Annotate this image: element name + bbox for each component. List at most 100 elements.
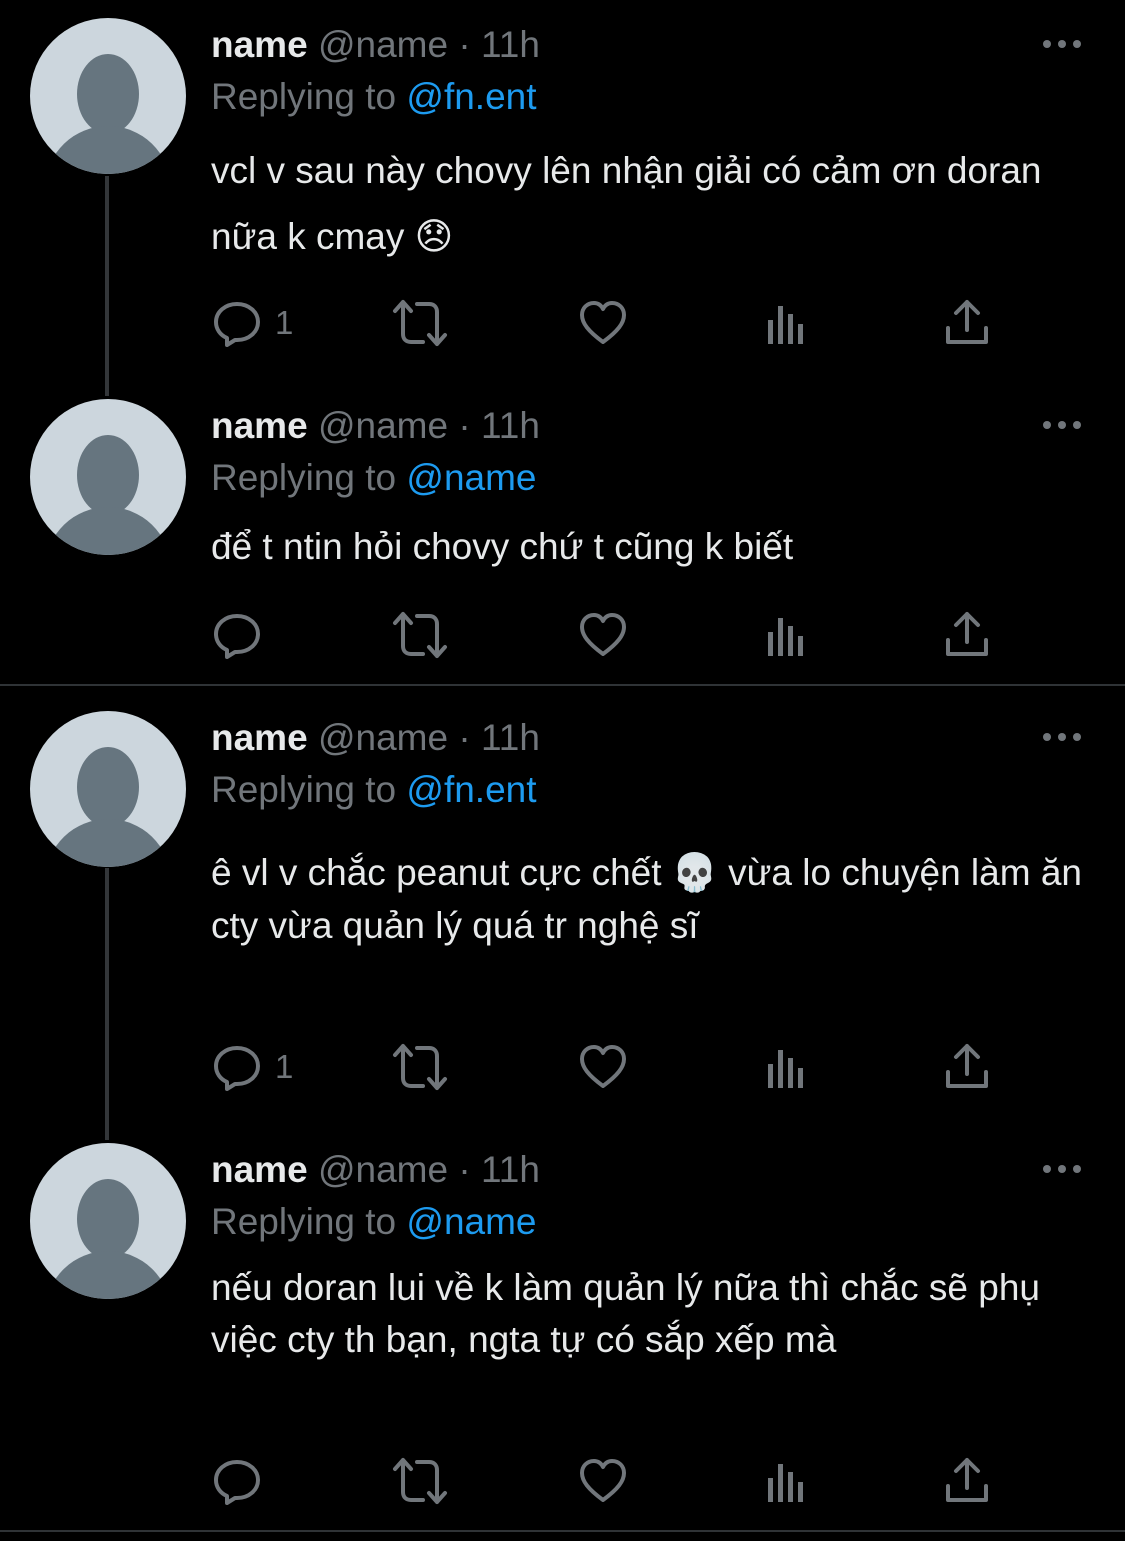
like-icon <box>580 301 626 344</box>
replying-to-mention[interactable]: @fn.ent <box>406 76 536 117</box>
display-name[interactable]: name <box>211 24 308 65</box>
share-button[interactable] <box>944 1042 990 1092</box>
avatar[interactable] <box>30 1143 186 1299</box>
replying-to: Replying to @name <box>211 1200 537 1244</box>
avatar[interactable] <box>30 18 186 174</box>
default-avatar-icon <box>47 1179 169 1299</box>
reply-icon <box>214 302 260 347</box>
action-bar <box>211 610 1011 660</box>
reply-button[interactable]: 1 <box>211 1042 293 1092</box>
separator: · <box>458 24 471 65</box>
reply-count: 1 <box>275 1048 294 1085</box>
tweet[interactable]: name @name · 11h Replying to @fn.ent ê v… <box>0 692 1125 1122</box>
views-button[interactable] <box>764 1456 808 1506</box>
avatar[interactable] <box>30 399 186 555</box>
share-button[interactable] <box>944 610 990 660</box>
replying-to-label: Replying to <box>211 457 397 498</box>
action-bar <box>211 1456 1011 1506</box>
share-icon <box>946 1044 988 1088</box>
replying-to-label: Replying to <box>211 769 397 810</box>
tweet-text: để t ntin hỏi chovy chứ t cũng k biết <box>211 526 794 567</box>
replying-to-label: Replying to <box>211 76 397 117</box>
retweet-icon <box>393 1458 447 1504</box>
handle[interactable]: @name <box>318 1149 448 1190</box>
share-icon <box>946 300 988 344</box>
action-bar: 1 <box>211 298 1011 348</box>
tweet[interactable]: name @name · 11h Replying to @name để t … <box>0 380 1125 685</box>
like-button[interactable] <box>578 1456 628 1506</box>
views-button[interactable] <box>764 298 808 348</box>
reply-icon <box>214 614 260 659</box>
share-button[interactable] <box>944 298 990 348</box>
separator: · <box>458 1149 471 1190</box>
like-button[interactable] <box>578 298 628 348</box>
more-options-button[interactable] <box>1040 727 1084 747</box>
handle[interactable]: @name <box>318 717 448 758</box>
views-button[interactable] <box>764 1042 808 1092</box>
separator: · <box>458 717 471 758</box>
handle[interactable]: @name <box>318 405 448 446</box>
avatar[interactable] <box>30 711 186 867</box>
retweet-button[interactable] <box>391 1456 449 1506</box>
replying-to-mention[interactable]: @name <box>406 457 536 498</box>
divider <box>0 1530 1125 1532</box>
more-options-button[interactable] <box>1040 1159 1084 1179</box>
action-bar: 1 <box>211 1042 1011 1092</box>
divider <box>0 684 1125 686</box>
more-options-button[interactable] <box>1040 34 1084 54</box>
retweet-button[interactable] <box>391 610 449 660</box>
replying-to-mention[interactable]: @name <box>406 1201 536 1242</box>
default-avatar-icon <box>47 747 169 867</box>
more-icon <box>1043 421 1081 429</box>
tweet-header: name @name · 11h <box>211 23 540 67</box>
tweet-text: vcl v sau này chovy lên nhận giải có cảm… <box>211 150 1042 257</box>
reply-icon <box>214 1460 260 1505</box>
retweet-button[interactable] <box>391 298 449 348</box>
tweet-header: name @name · 11h <box>211 404 540 448</box>
replying-to-mention[interactable]: @fn.ent <box>406 769 536 810</box>
like-button[interactable] <box>578 610 628 660</box>
more-options-button[interactable] <box>1040 415 1084 435</box>
share-icon <box>946 1458 988 1502</box>
more-icon <box>1043 40 1081 48</box>
retweet-button[interactable] <box>391 1042 449 1092</box>
display-name[interactable]: name <box>211 717 308 758</box>
like-icon <box>580 1459 626 1502</box>
retweet-icon <box>393 1044 447 1090</box>
views-icon <box>768 618 803 656</box>
retweet-icon <box>393 300 447 346</box>
timestamp[interactable]: 11h <box>481 1149 540 1190</box>
share-button[interactable] <box>944 1456 990 1506</box>
default-avatar-icon <box>47 435 169 555</box>
more-icon <box>1043 733 1081 741</box>
timestamp[interactable]: 11h <box>481 405 540 446</box>
reply-count: 1 <box>275 304 294 341</box>
handle[interactable]: @name <box>318 24 448 65</box>
like-icon <box>580 1045 626 1088</box>
reply-button[interactable]: 1 <box>211 298 293 348</box>
replying-to: Replying to @fn.ent <box>211 768 537 812</box>
timestamp[interactable]: 11h <box>481 717 540 758</box>
timestamp[interactable]: 11h <box>481 24 540 65</box>
replying-to: Replying to @fn.ent <box>211 75 537 119</box>
tweet[interactable]: name @name · 11h Replying to @fn.ent vcl… <box>0 0 1125 375</box>
views-icon <box>768 1050 803 1088</box>
share-icon <box>946 612 988 656</box>
views-icon <box>768 1464 803 1502</box>
replying-to: Replying to @name <box>211 456 537 500</box>
views-button[interactable] <box>764 610 808 660</box>
separator: · <box>458 405 471 446</box>
tweet[interactable]: name @name · 11h Replying to @name nếu d… <box>0 1124 1125 1529</box>
reply-button[interactable] <box>211 610 275 660</box>
tweet-text: nếu doran lui về k làm quản lý nữa thì c… <box>211 1267 1040 1360</box>
like-button[interactable] <box>578 1042 628 1092</box>
retweet-icon <box>393 612 447 658</box>
reply-icon <box>214 1046 260 1091</box>
display-name[interactable]: name <box>211 1149 308 1190</box>
display-name[interactable]: name <box>211 405 308 446</box>
reply-button[interactable] <box>211 1456 275 1506</box>
tweet-header: name @name · 11h <box>211 1148 540 1192</box>
tweet-text: ê vl v chắc peanut cực chết 💀 vừa lo chu… <box>211 852 1082 946</box>
default-avatar-icon <box>47 54 169 174</box>
replying-to-label: Replying to <box>211 1201 397 1242</box>
